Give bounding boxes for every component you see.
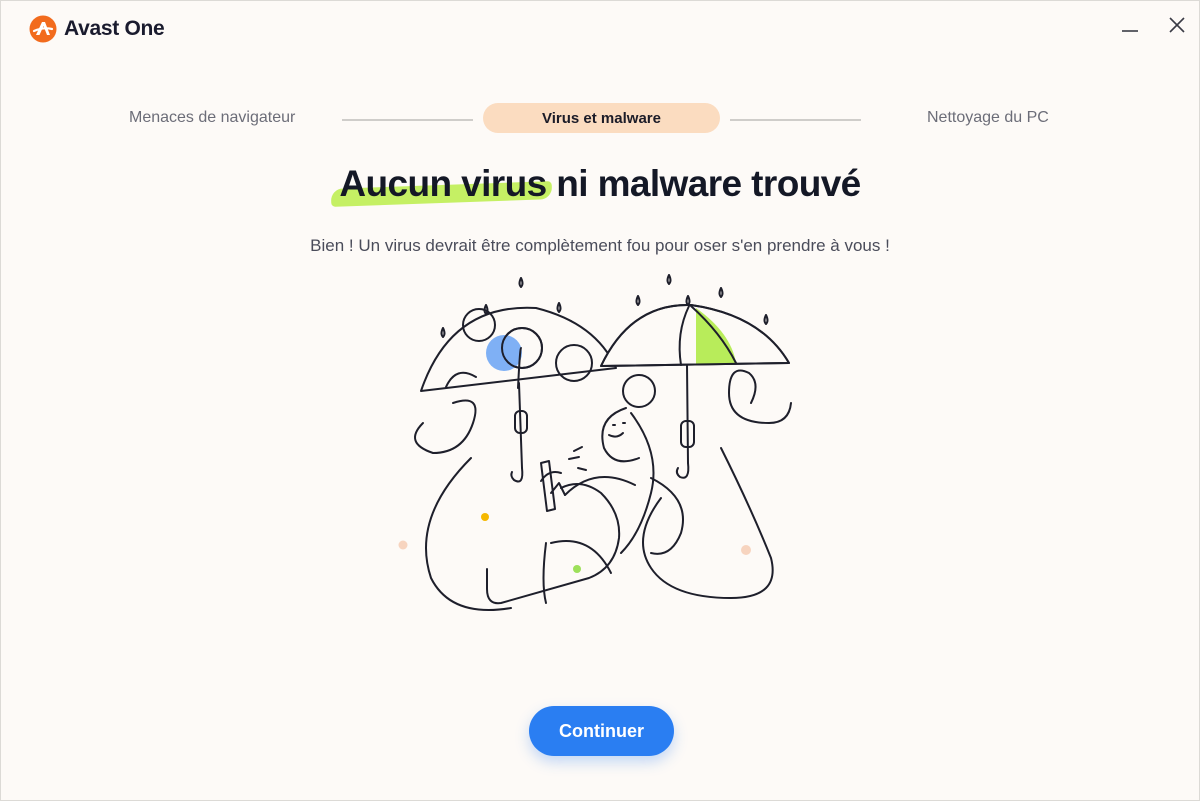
right-umbrella xyxy=(600,303,790,479)
step-browser-threats: Menaces de navigateur xyxy=(129,109,296,126)
green-dot xyxy=(573,565,581,573)
loop-lines xyxy=(414,369,792,611)
person-with-umbrellas-illustration xyxy=(398,274,792,611)
peach-dot xyxy=(741,545,751,555)
step-connector xyxy=(342,119,473,121)
left-umbrella xyxy=(420,306,617,483)
step-pc-cleanup: Nettoyage du PC xyxy=(927,109,1049,126)
headline-rest: ni malware trouvé xyxy=(546,163,861,204)
scan-progress-stepper: Menaces de navigateur Virus et malware N… xyxy=(1,1,1199,151)
person-figure xyxy=(486,374,656,605)
headline-highlight: Aucun virus xyxy=(331,163,553,207)
result-headline: Aucun virus ni malware trouvé xyxy=(1,163,1199,207)
peach-dot xyxy=(398,540,408,550)
app-window: Avast One Menaces de navigateur Virus et… xyxy=(0,0,1200,801)
continue-button[interactable]: Continuer xyxy=(529,706,674,756)
step-virus-malware: Virus et malware xyxy=(483,103,720,133)
result-subtitle: Bien ! Un virus devrait être complètemen… xyxy=(310,236,890,255)
yellow-dot xyxy=(481,513,489,521)
step-connector xyxy=(730,119,861,121)
